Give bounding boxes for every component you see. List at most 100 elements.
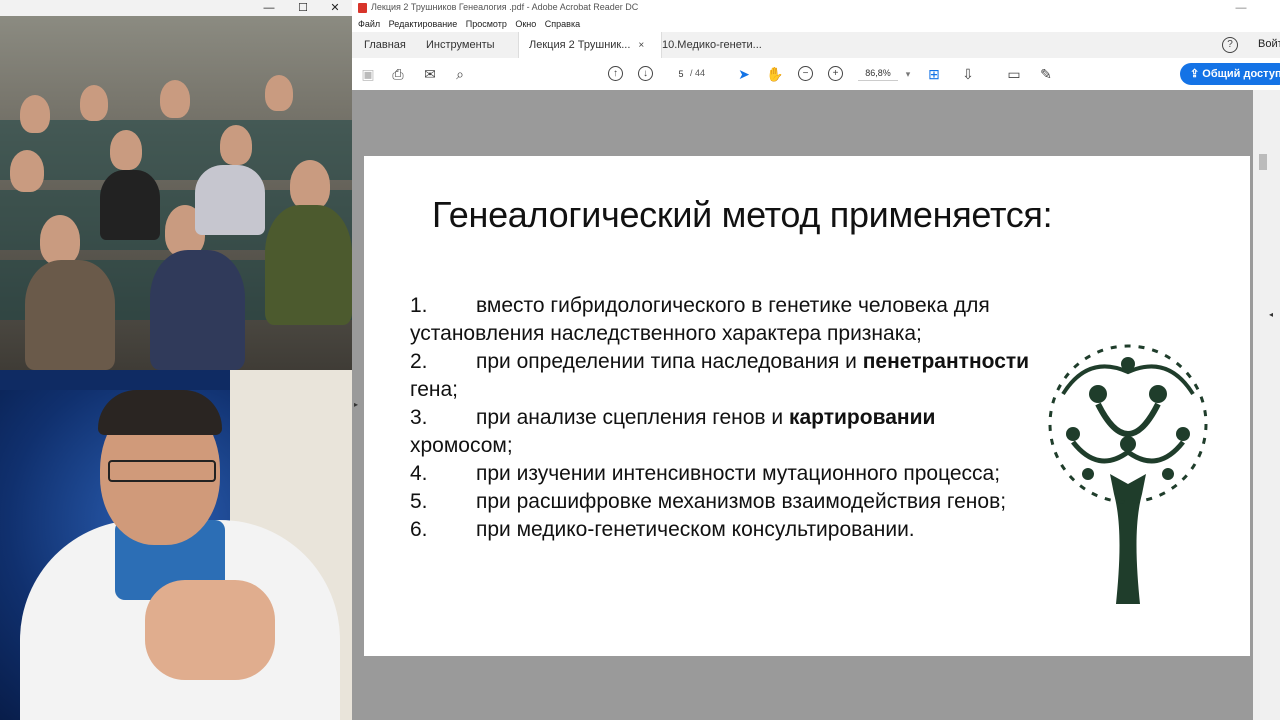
share-button[interactable]: ⇪ Общий доступ <box>1180 63 1280 85</box>
list-item: 1. вместо гибридологического в генетике ч… <box>410 292 1030 348</box>
student <box>265 75 293 111</box>
list-text: хромосом; <box>410 434 513 457</box>
zoom-in-icon[interactable]: + <box>828 66 843 81</box>
zoom-out-icon[interactable]: − <box>798 66 813 81</box>
student-body <box>265 205 352 325</box>
tree-figure <box>1162 468 1174 480</box>
signin-link[interactable]: Войти <box>1258 38 1280 50</box>
menu-view[interactable]: Просмотр <box>466 16 507 32</box>
student <box>10 150 44 192</box>
search-icon[interactable]: ⌕ <box>452 66 468 82</box>
list-item: 6. при медико-генетическом консультирован… <box>410 516 1030 544</box>
page-up-icon[interactable]: ↑ <box>608 66 623 81</box>
minimize-button[interactable]: — <box>252 0 286 16</box>
list-number: 2. <box>410 350 428 373</box>
list-number: 6. <box>410 518 428 541</box>
window-titlebar: Лекция 2 Трушников Генеалогия .pdf - Ado… <box>352 0 1280 16</box>
student <box>160 80 190 118</box>
menu-window[interactable]: Окно <box>515 16 536 32</box>
vertical-scrollbar[interactable] <box>1253 90 1280 720</box>
student <box>80 85 108 121</box>
right-pane-toggle-icon[interactable]: ◂ <box>1269 310 1273 319</box>
list-number: 1. <box>410 294 428 317</box>
tab-tools-label: Инструменты <box>426 39 495 51</box>
pen-icon[interactable]: ✎ <box>1038 66 1054 82</box>
close-button[interactable]: ✕ <box>318 0 352 16</box>
video-window-titlebar: — ☐ ✕ <box>0 0 352 16</box>
share-icon: ⇪ <box>1190 68 1203 80</box>
mail-icon[interactable]: ✉ <box>422 66 438 82</box>
hand-icon[interactable]: ✋ <box>766 66 783 82</box>
chevron-down-icon[interactable]: ▾ <box>900 66 916 82</box>
slide-list: 1. вместо гибридологического в генетике ч… <box>410 292 1030 544</box>
student <box>110 130 142 170</box>
tab-home[interactable]: Главная <box>354 32 416 58</box>
family-tree-image <box>1048 344 1208 604</box>
list-item: 2. при определении типа наследования и пе… <box>410 348 1030 404</box>
print-icon[interactable]: ⎙ <box>390 66 406 82</box>
tree-trunk <box>1110 474 1146 604</box>
minimize-button[interactable]: — <box>1224 0 1258 16</box>
save-icon[interactable]: ▣ <box>360 66 376 82</box>
fit-page-icon[interactable]: ⊞ <box>926 66 942 82</box>
list-text: при расшифровке механизмов взаимодействи… <box>476 490 1007 513</box>
list-text: при медико-генетическом консультировании… <box>476 518 915 541</box>
left-pane-toggle-icon[interactable]: ▸ <box>354 400 358 409</box>
zoom-select[interactable]: 86,8% <box>858 66 898 81</box>
comment-icon[interactable]: ▭ <box>1006 66 1022 82</box>
close-tab-icon[interactable]: × <box>638 40 644 51</box>
student <box>40 215 80 265</box>
student <box>290 160 330 210</box>
tree-branch <box>1095 402 1161 437</box>
list-item: 5. при расшифровке механизмов взаимодейст… <box>410 488 1030 516</box>
classroom-video: — ☐ ✕ <box>0 0 352 370</box>
tab-doc-medgen[interactable]: 10.Медико-генети... <box>652 32 772 58</box>
tab-home-label: Главная <box>364 39 406 51</box>
list-item: 4. при изучении интенсивности мутационног… <box>410 460 1030 488</box>
acrobat-window: Лекция 2 Трушников Генеалогия .pdf - Ado… <box>352 0 1280 720</box>
scrollbar-thumb[interactable] <box>1259 154 1267 170</box>
select-arrow-icon[interactable]: ➤ <box>736 66 752 82</box>
window-title: Лекция 2 Трушников Генеалогия .pdf - Ado… <box>371 2 639 12</box>
page-down-icon[interactable]: ↓ <box>638 66 653 81</box>
maximize-button[interactable]: ☐ <box>286 0 320 16</box>
list-bold-term: пенетрантности <box>862 350 1030 373</box>
menu-edit[interactable]: Редактирование <box>389 16 458 32</box>
list-number: 3. <box>410 406 428 429</box>
list-text: при изучении интенсивности мутационного … <box>476 462 1001 485</box>
lecturer-hand <box>145 580 275 680</box>
menu-bar: Файл Редактирование Просмотр Окно Справк… <box>352 16 1280 32</box>
student-body <box>100 170 160 240</box>
list-bold-term: картировании <box>788 406 936 429</box>
student <box>20 95 50 133</box>
document-area[interactable]: ▸ Генеалогический метод применяется: 1. в… <box>352 90 1280 720</box>
menu-help[interactable]: Справка <box>545 16 580 32</box>
list-text: при анализе сцепления генов и <box>476 406 789 429</box>
tab-bar: Главная Инструменты Лекция 2 Трушник... ×… <box>352 32 1280 59</box>
student-body <box>25 260 115 370</box>
page-total: / 44 <box>690 68 706 78</box>
student-body <box>150 250 245 370</box>
tree-figure <box>1089 385 1107 403</box>
scroll-mode-icon[interactable]: ⇩ <box>960 66 976 82</box>
tree-figure <box>1149 385 1167 403</box>
list-text: гена; <box>410 378 458 401</box>
list-number: 4. <box>410 462 428 485</box>
tree-figure <box>1082 468 1094 480</box>
menu-file[interactable]: Файл <box>358 16 380 32</box>
tree-branch <box>1061 364 1195 396</box>
pdf-page: Генеалогический метод применяется: 1. вме… <box>364 156 1250 656</box>
tab-tools[interactable]: Инструменты <box>416 32 505 58</box>
slide-title: Генеалогический метод применяется: <box>432 194 1053 235</box>
list-text: вместо гибридологического в генетике чел… <box>410 294 990 345</box>
lecturer-hair <box>98 390 222 435</box>
lecturer-video <box>0 370 352 720</box>
student <box>220 125 252 165</box>
lecturer-glasses <box>108 460 216 482</box>
help-icon[interactable]: ? <box>1222 37 1238 53</box>
toolbar: ▣ ⎙ ✉ ⌕ ↑ ↓ / 44 ➤ ✋ − + 86,8% ▾ ⊞ ⇩ ▭ ✎… <box>352 58 1280 91</box>
share-label: Общий доступ <box>1202 68 1280 80</box>
tab-doc-lecture[interactable]: Лекция 2 Трушник... × <box>518 32 662 58</box>
pdf-icon <box>358 3 367 13</box>
student-body <box>195 165 265 235</box>
